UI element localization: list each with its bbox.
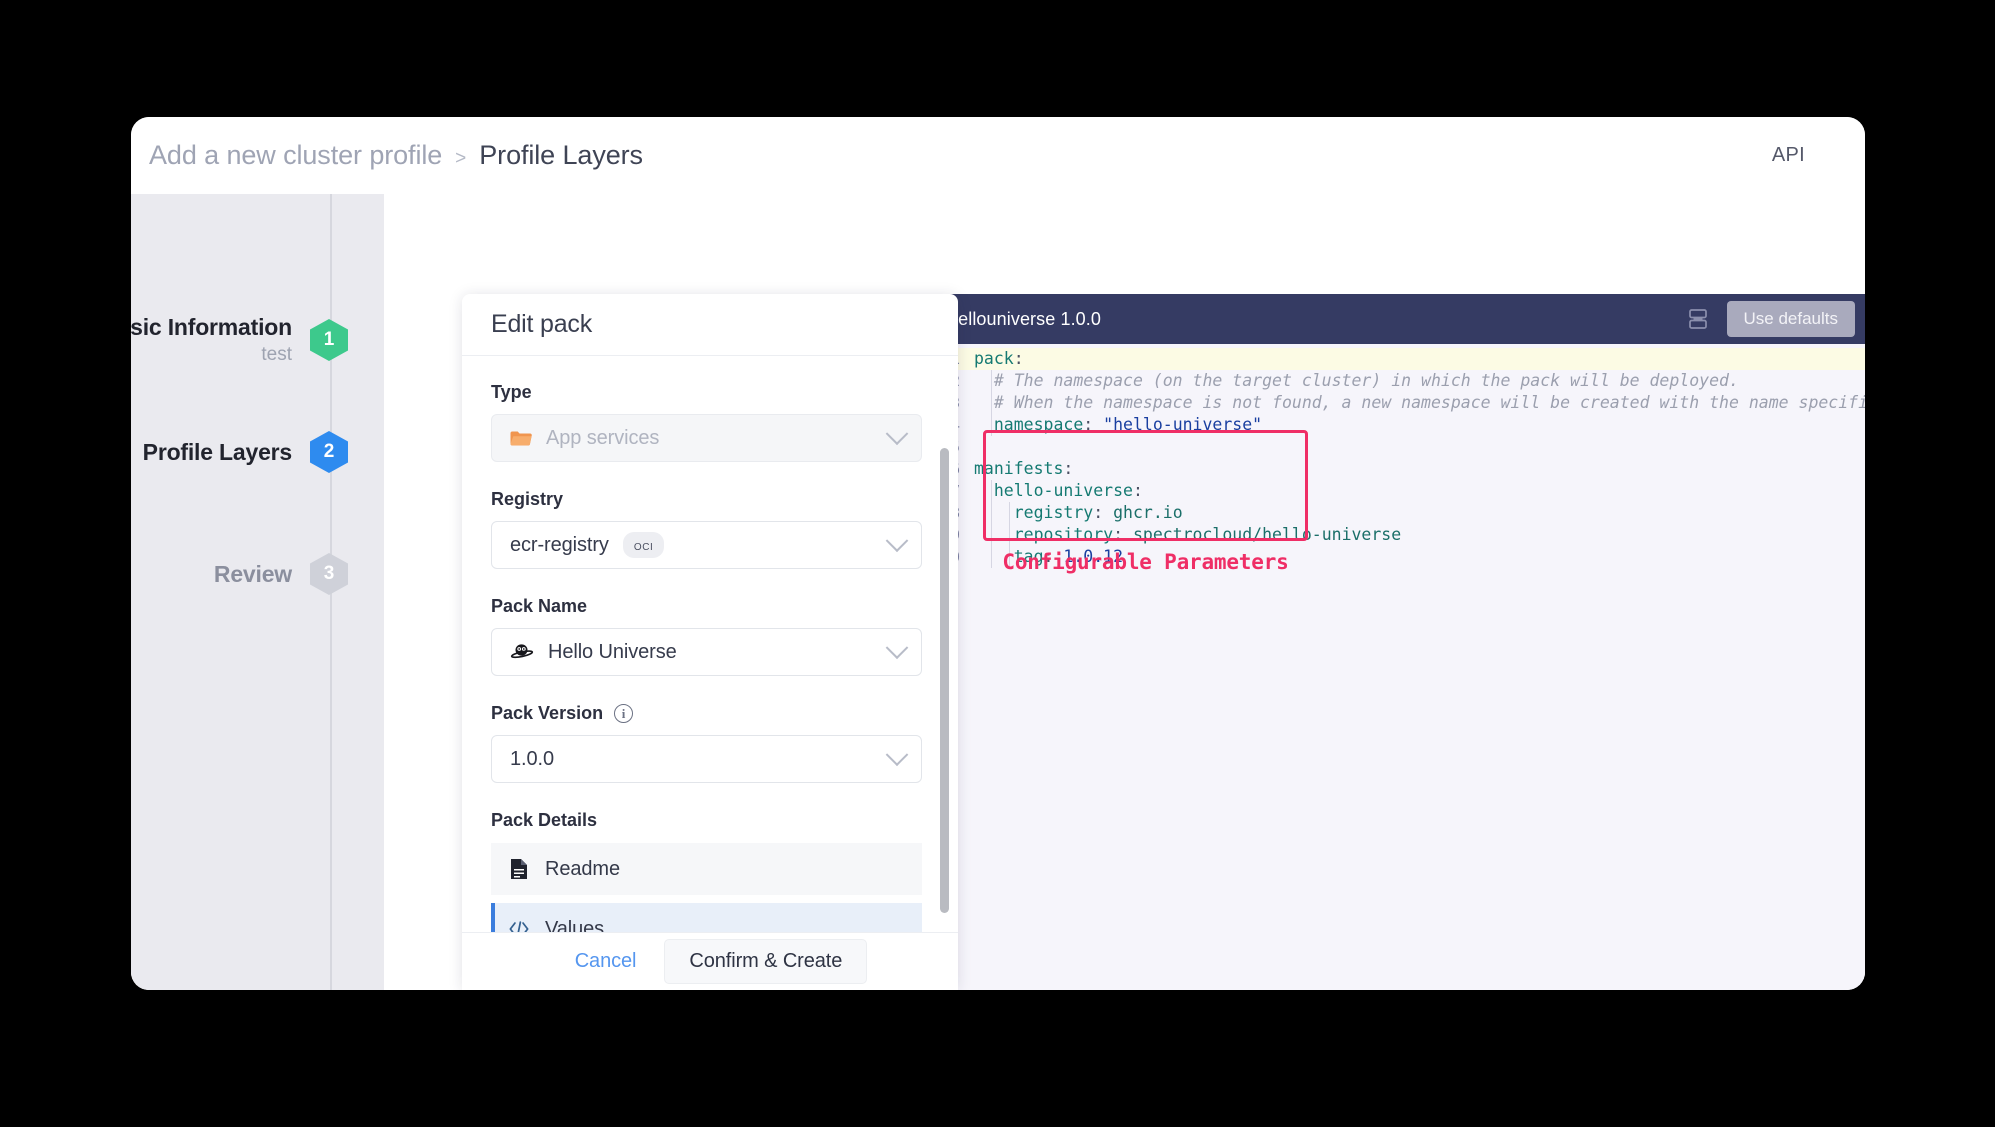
breadcrumb-separator-icon: > — [455, 148, 466, 170]
edit-pack-header: Edit pack — [462, 294, 958, 356]
chevron-down-icon — [886, 529, 909, 552]
configurable-parameters-annotation: Configurable Parameters — [983, 551, 1308, 573]
form-scrollbar[interactable] — [940, 448, 949, 913]
indent-guide — [1009, 502, 1010, 524]
folder-icon — [510, 430, 532, 447]
edit-pack-title: Edit pack — [491, 310, 592, 339]
use-defaults-button[interactable]: Use defaults — [1727, 301, 1856, 337]
code-line: 8 registry: ghcr.io — [926, 502, 1865, 524]
pack-detail-label: Values — [545, 918, 604, 933]
indent-guide — [991, 502, 992, 524]
code-brackets-icon — [509, 918, 529, 932]
code-text: # When the namespace is not found, a new… — [974, 392, 1865, 414]
pack-version-field-row: Pack Version i — [491, 703, 922, 724]
info-icon[interactable]: i — [614, 704, 633, 723]
code-line: 4 namespace: "hello-universe" — [926, 414, 1865, 436]
wizard-step-title: Basic Information — [131, 314, 292, 341]
wizard-rail: Basic Information test 1 Profile Layers … — [131, 194, 384, 990]
indent-guide — [991, 414, 992, 436]
pack-name-field-label: Pack Name — [491, 596, 922, 617]
indent-guide — [1009, 524, 1010, 546]
pack-details-list: Readme Values — [491, 843, 922, 932]
indent-guide — [991, 392, 992, 414]
wizard-step-text: Review — [214, 561, 292, 588]
code-text: hello-universe: — [974, 480, 1143, 502]
cancel-button[interactable]: Cancel — [553, 940, 659, 983]
hello-universe-pack-icon — [510, 640, 534, 664]
type-select[interactable]: App services — [491, 414, 922, 462]
editor-title: hellouniverse 1.0.0 — [948, 309, 1101, 330]
code-text: registry: ghcr.io — [974, 502, 1183, 524]
editor-header-actions: Use defaults — [1687, 301, 1856, 337]
chevron-down-icon — [886, 422, 909, 445]
chevron-down-icon — [886, 636, 909, 659]
wizard-step-badge-1: 1 — [310, 319, 348, 361]
wizard-step-profile-layers[interactable]: Profile Layers 2 — [131, 431, 384, 473]
registry-select[interactable]: ecr-registry OCI — [491, 521, 922, 569]
code-text: pack: — [974, 348, 1024, 370]
code-text: repository: spectrocloud/hello-universe — [974, 524, 1401, 546]
code-lines: 1pack:2 # The namespace (on the target c… — [926, 348, 1865, 568]
form-scrollbar-thumb[interactable] — [940, 448, 949, 913]
code-line: 2 # The namespace (on the target cluster… — [926, 370, 1865, 392]
type-field-label: Type — [491, 382, 922, 403]
wizard-step-text: Profile Layers — [143, 439, 292, 466]
code-line: 3 # When the namespace is not found, a n… — [926, 392, 1865, 414]
edit-pack-footer: Cancel Confirm & Create — [462, 932, 958, 990]
editor-header: hellouniverse 1.0.0 Use defaults — [926, 294, 1865, 344]
code-text: manifests: — [974, 458, 1073, 480]
indent-guide — [991, 480, 992, 502]
code-text: # The namespace (on the target cluster) … — [974, 370, 1739, 392]
type-select-value: App services — [546, 427, 659, 450]
confirm-create-button[interactable]: Confirm & Create — [664, 939, 867, 984]
wizard-step-title: Review — [214, 561, 292, 588]
breadcrumb: Add a new cluster profile > Profile Laye… — [149, 140, 643, 171]
edit-pack-form: Type App services Registry ecr-registry … — [462, 356, 958, 932]
indent-guide — [991, 524, 992, 546]
wizard-step-subtitle: test — [131, 344, 292, 366]
registry-select-value: ecr-registry — [510, 534, 609, 557]
code-text: namespace: "hello-universe" — [974, 414, 1262, 436]
wizard-step-title: Profile Layers — [143, 439, 292, 466]
wizard-step-text: Basic Information test — [131, 314, 292, 366]
wizard-step-badge-2: 2 — [310, 431, 348, 473]
registry-field-label: Registry — [491, 489, 922, 510]
code-line: 1pack: — [926, 348, 1865, 370]
wizard-step-badge-3: 3 — [310, 553, 348, 595]
pack-detail-item-readme[interactable]: Readme — [491, 843, 922, 895]
split-view-icon[interactable] — [1687, 308, 1709, 330]
wizard-step-basic-information[interactable]: Basic Information test 1 — [131, 314, 384, 366]
breadcrumb-current-page: Profile Layers — [479, 140, 643, 171]
pack-name-select[interactable]: Hello Universe — [491, 628, 922, 676]
yaml-editor-panel: hellouniverse 1.0.0 Use defaults 1pack:2… — [926, 294, 1865, 990]
code-line: 5 — [926, 436, 1865, 458]
breadcrumb-parent-link[interactable]: Add a new cluster profile — [149, 140, 442, 171]
pack-detail-label: Readme — [545, 858, 620, 881]
pack-version-field-label: Pack Version — [491, 703, 603, 724]
edit-pack-panel: Edit pack Type App services Registry ecr… — [462, 294, 958, 990]
pack-version-select[interactable]: 1.0.0 — [491, 735, 922, 783]
pack-name-select-value: Hello Universe — [548, 641, 677, 664]
indent-guide — [991, 370, 992, 392]
pack-detail-item-values[interactable]: Values — [491, 903, 922, 932]
yaml-code-area[interactable]: 1pack:2 # The namespace (on the target c… — [926, 344, 1865, 990]
code-line: 7 hello-universe: — [926, 480, 1865, 502]
pack-version-select-value: 1.0.0 — [510, 748, 554, 771]
code-line: 6manifests: — [926, 458, 1865, 480]
code-line: 9 repository: spectrocloud/hello-univers… — [926, 524, 1865, 546]
top-bar: Add a new cluster profile > Profile Laye… — [131, 117, 1865, 194]
application-window: Add a new cluster profile > Profile Laye… — [131, 117, 1865, 990]
api-link[interactable]: API — [1772, 144, 1805, 167]
registry-type-badge: OCI — [623, 532, 665, 558]
document-icon — [509, 858, 529, 880]
body-area: Basic Information test 1 Profile Layers … — [131, 194, 1865, 990]
pack-details-label: Pack Details — [491, 810, 922, 831]
chevron-down-icon — [886, 743, 909, 766]
wizard-step-review[interactable]: Review 3 — [131, 553, 384, 595]
